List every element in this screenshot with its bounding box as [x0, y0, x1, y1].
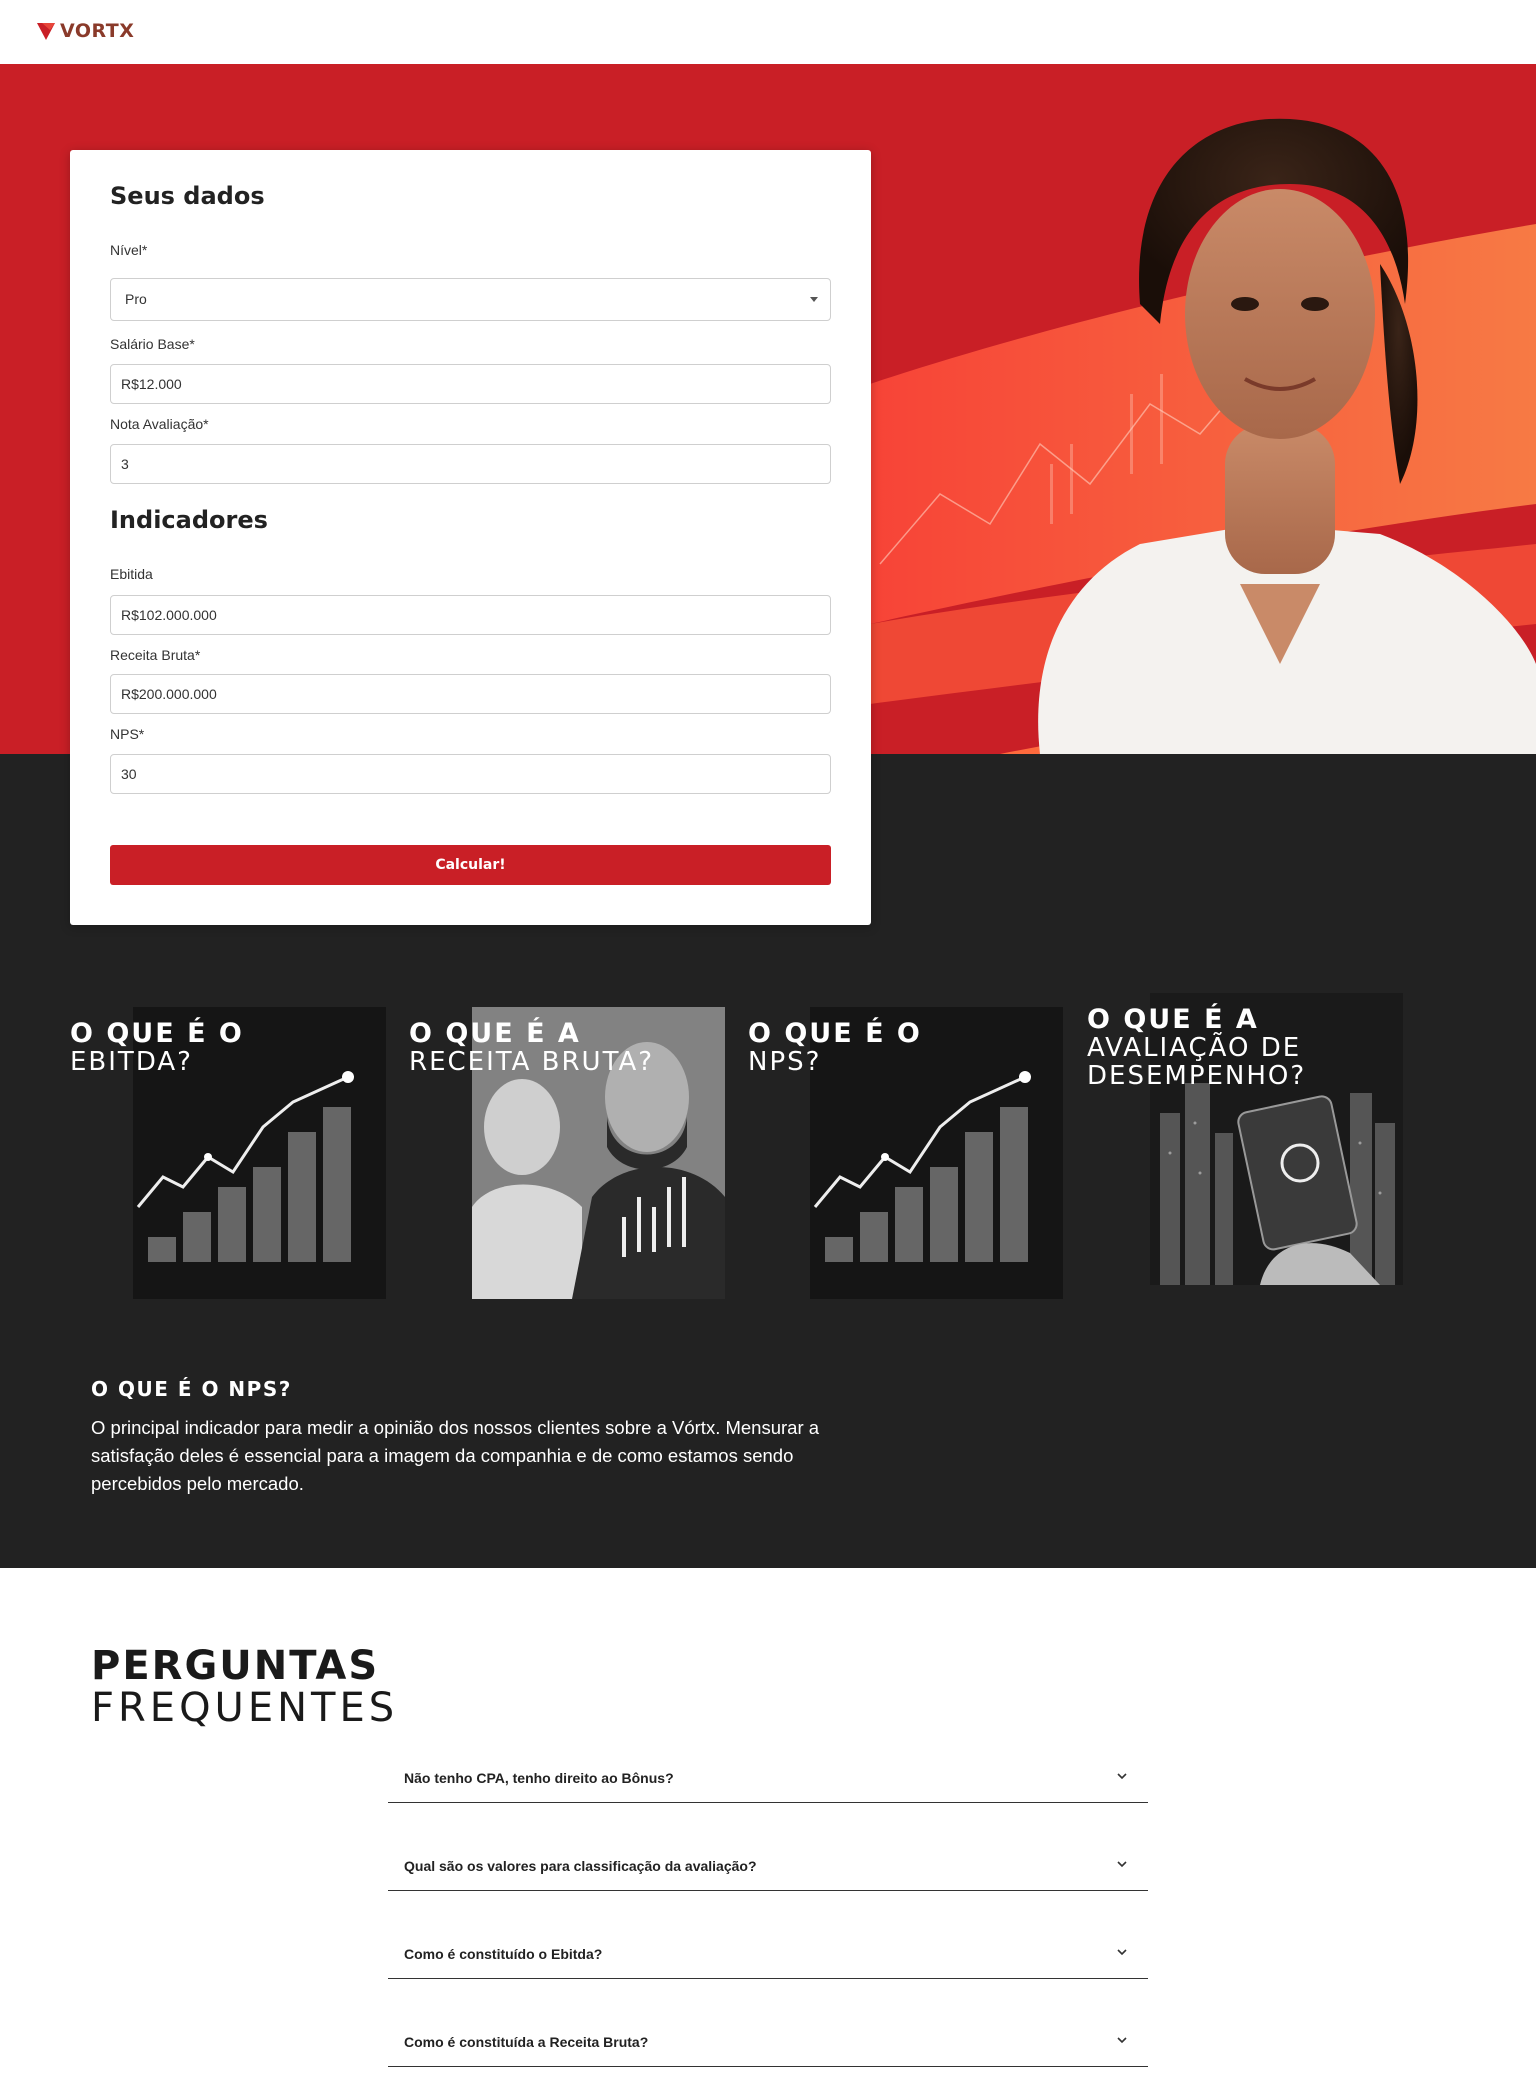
faq-item[interactable]: Qual são os valores para classificação d…	[388, 1835, 1148, 1891]
faq-item[interactable]: Como é constituída a Receita Bruta?	[388, 2011, 1148, 2067]
ebitda-label: Ebitida	[110, 566, 153, 582]
ebitda-tile-heading[interactable]: O QUE É O EBITDA?	[70, 1018, 244, 1077]
indicadores-title: Indicadores	[110, 506, 268, 534]
form-title: Seus dados	[110, 182, 265, 210]
receita-tile-line2: RECEITA BRUTA?	[409, 1047, 655, 1077]
receita-input[interactable]: R$200.000.000	[110, 674, 831, 714]
faq-question: Como é constituído o Ebitda?	[404, 1946, 603, 1962]
site-header: VORTX	[0, 0, 1536, 64]
logo-text: VORTX	[60, 20, 135, 42]
faq-question: Qual são os valores para classificação d…	[404, 1858, 757, 1874]
avaliacao-tile-line3: DESEMPENHO?	[1087, 1061, 1307, 1091]
avaliacao-tile-line1: O QUE É A	[1087, 1004, 1259, 1035]
faq-question: Como é constituída a Receita Bruta?	[404, 2034, 649, 2050]
nota-label: Nota Avaliação*	[110, 416, 209, 432]
faq-title-bold: PERGUNTAS	[91, 1643, 380, 1689]
chevron-down-icon	[1117, 1861, 1127, 1868]
nps-info-text: O principal indicador para medir a opini…	[91, 1417, 820, 1494]
receita-tile-line1: O QUE É A	[409, 1018, 581, 1049]
avaliacao-tile-line2: AVALIAÇÃO DE	[1087, 1033, 1302, 1063]
receita-label: Receita Bruta*	[110, 647, 201, 663]
faq-item[interactable]: Como é constituído o Ebitda?	[388, 1923, 1148, 1979]
faq-title: PERGUNTAS FREQUENTES	[91, 1645, 398, 1729]
nps-tile-heading[interactable]: O QUE É O NPS?	[748, 1018, 922, 1077]
calculate-button[interactable]: Calcular!	[110, 845, 831, 885]
receita-tile-heading[interactable]: O QUE É A RECEITA BRUTA?	[409, 1018, 655, 1077]
nps-input[interactable]: 30	[110, 754, 831, 794]
form-card: Seus dados Nível* Pro Salário Base* R$12…	[70, 150, 871, 925]
salario-input[interactable]: R$12.000	[110, 364, 831, 404]
chevron-down-icon	[810, 297, 818, 302]
salario-label: Salário Base*	[110, 336, 195, 352]
nota-input[interactable]: 3	[110, 444, 831, 484]
nps-info-title: O QUE É O NPS?	[91, 1377, 292, 1401]
chevron-down-icon	[1117, 1773, 1127, 1780]
avaliacao-tile-heading[interactable]: O QUE É A AVALIAÇÃO DE DESEMPENHO?	[1087, 1004, 1307, 1091]
chevron-down-icon	[1117, 2037, 1127, 2044]
nps-tile-line1: O QUE É O	[748, 1018, 922, 1049]
nivel-select[interactable]: Pro	[110, 278, 831, 321]
chevron-down-icon	[1117, 1949, 1127, 1956]
nivel-value: Pro	[125, 291, 147, 307]
ebitda-tile-line1: O QUE É O	[70, 1018, 244, 1049]
nivel-label: Nível*	[110, 242, 148, 258]
ebitda-tile-line2: EBITDA?	[70, 1047, 193, 1077]
vortx-logo-icon	[37, 23, 55, 40]
nps-label: NPS*	[110, 726, 145, 742]
ebitda-input[interactable]: R$102.000.000	[110, 595, 831, 635]
faq-item[interactable]: Não tenho CPA, tenho direito ao Bônus?	[388, 1747, 1148, 1803]
nps-tile-line2: NPS?	[748, 1047, 822, 1077]
faq-question: Não tenho CPA, tenho direito ao Bônus?	[404, 1770, 674, 1786]
vortx-logo[interactable]: VORTX	[36, 20, 134, 42]
faq-title-thin: FREQUENTES	[91, 1685, 399, 1731]
